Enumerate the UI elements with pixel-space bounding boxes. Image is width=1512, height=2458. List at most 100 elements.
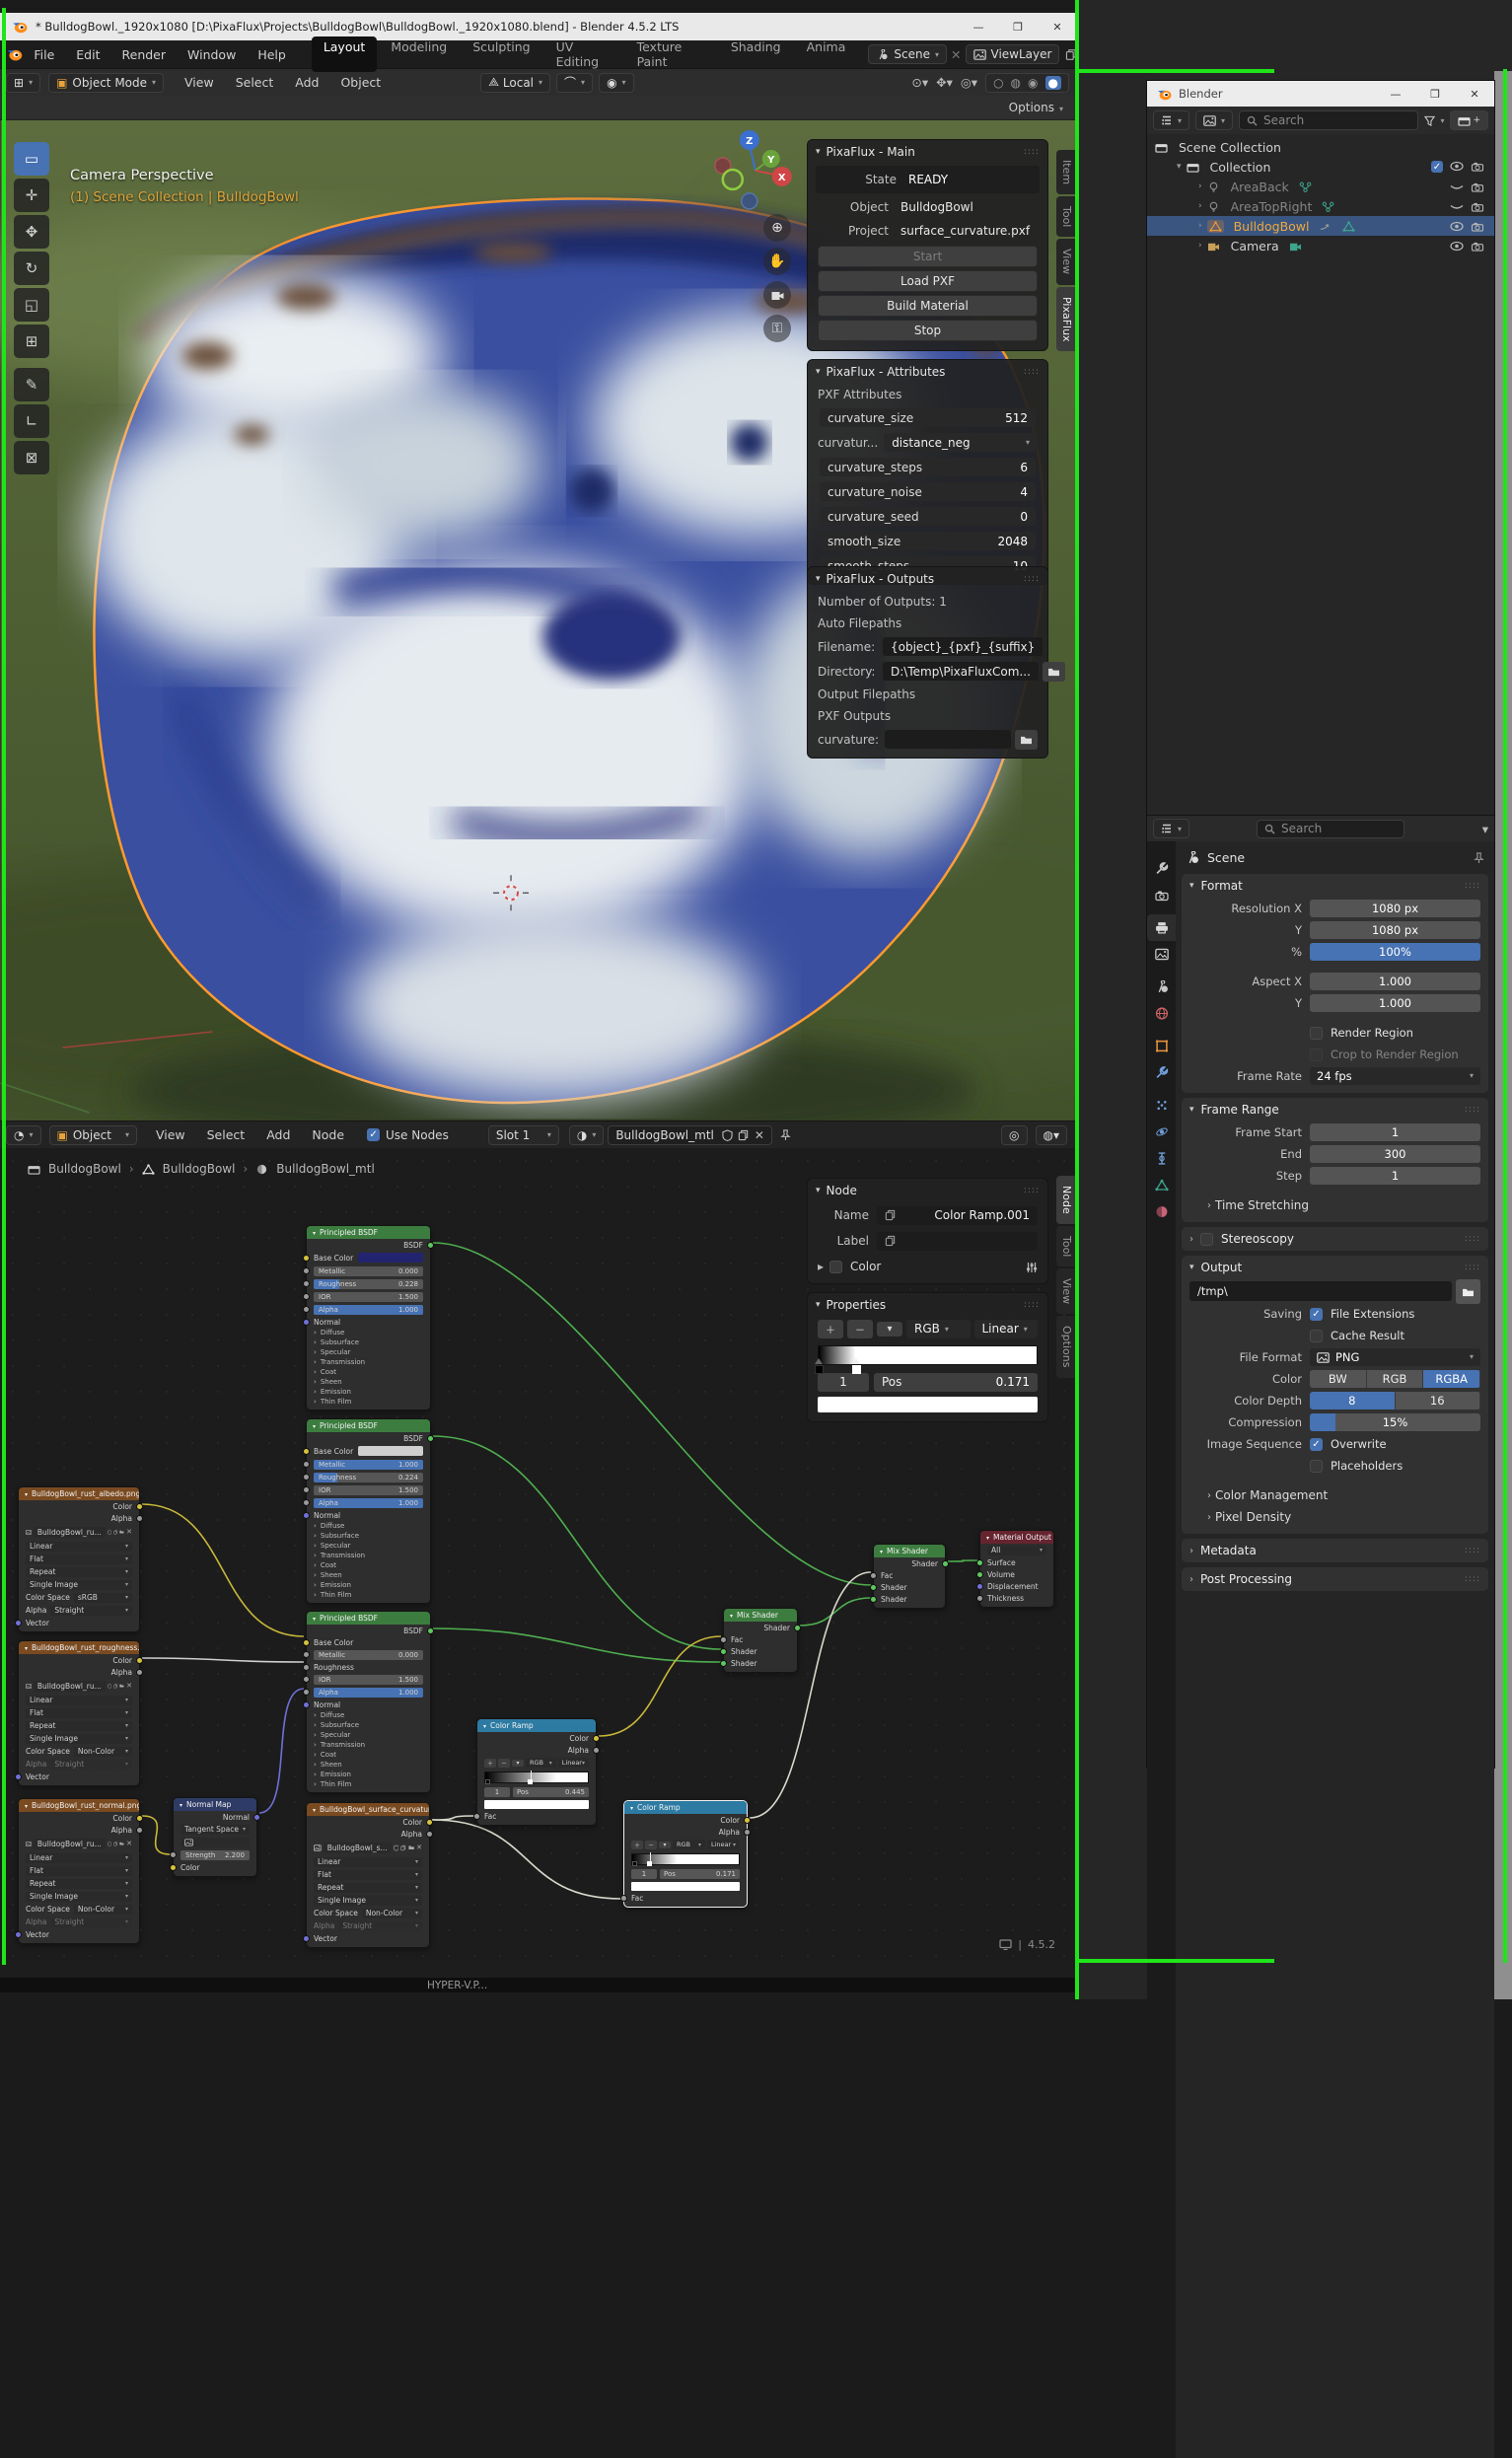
output-socket[interactable] [253,1814,260,1821]
output-socket[interactable] [427,1242,434,1249]
input-socket[interactable] [170,1864,177,1871]
image-name-field[interactable]: BulldogBowl_ru... [34,1527,106,1538]
mode-selector[interactable]: ▣Object Mode▾ [48,73,164,93]
properties-tab-scene[interactable] [1147,974,1176,1000]
chevron-right-icon[interactable]: › [1198,181,1202,191]
roughness-slider[interactable]: Roughness0.228 [314,1279,423,1289]
fold-subsurface[interactable]: ›Subsurface [307,1720,430,1730]
checkbox[interactable] [1310,1027,1323,1040]
fold-emission[interactable]: ›Emission [307,1770,430,1779]
node-color-fold[interactable]: ▸Color [808,1254,1047,1279]
lock-view-icon[interactable]: ⚿ [763,315,791,342]
input-socket[interactable] [303,1255,310,1262]
menu-window[interactable]: Window [177,47,247,62]
new-collection-button[interactable]: + [1450,110,1488,130]
node-mix1[interactable]: ▾Mix ShaderShaderFacShaderShader [723,1608,798,1673]
node-menu-add[interactable]: Add [255,1127,301,1142]
input-socket[interactable] [303,1448,310,1455]
chevron-right-icon[interactable]: › [1207,1512,1211,1523]
node-dropdown[interactable]: Single Image▾ [314,1896,422,1906]
ramp-options-button[interactable]: ▾ [877,1322,902,1337]
image-name-field[interactable]: BulldogBowl_s... [324,1843,392,1853]
eye-icon[interactable] [1450,241,1464,252]
material-icon[interactable]: ◑▾ [569,1125,605,1145]
pan-hand-icon[interactable]: ✋ [763,248,791,275]
alpha-slider[interactable]: Alpha1.000 [314,1688,423,1698]
node-header-bsdf1[interactable]: ▾Principled BSDF [307,1226,430,1239]
color-checkbox[interactable] [829,1261,842,1273]
framerange-widget-2[interactable]: 1 [1310,1167,1480,1185]
add-stop-button[interactable]: ＋ [818,1320,843,1338]
use-nodes-toggle[interactable]: ✓ Use Nodes [367,1128,449,1142]
fold-coat[interactable]: ›Coat [307,1367,430,1377]
node-header-albedo[interactable]: ▾BulldogBowl_rust_albedo.png [19,1487,139,1500]
ramp-stop[interactable] [485,1779,490,1784]
node-menu-node[interactable]: Node [301,1127,355,1142]
pixaflux-outputs-header[interactable]: ▾PixaFlux - Outputs:::: [808,567,1047,591]
eye-icon[interactable] [1450,221,1464,232]
viewport-menu-object[interactable]: Object [329,75,392,90]
node-bsdf2[interactable]: ▾Principled BSDFBSDFBase ColorMetallic1.… [306,1418,431,1604]
color-swatch[interactable] [358,1253,423,1263]
ramp-stop[interactable] [815,1346,824,1370]
input-socket[interactable] [303,1651,310,1658]
outliner-label[interactable]: BulldogBowl [1234,219,1310,234]
node-header-bsdf3[interactable]: ▾Principled BSDF [307,1612,430,1625]
properties-tab-world[interactable] [1147,1000,1176,1027]
alpha-slider[interactable]: Alpha1.000 [314,1498,423,1508]
node-dropdown[interactable]: Tangent Space▾ [180,1825,250,1835]
node-normal[interactable]: ▾BulldogBowl_rust_normal.pngColorAlphaBu… [18,1798,140,1944]
input-socket[interactable] [976,1583,983,1590]
node-dropdown[interactable]: Flat▾ [26,1554,132,1564]
fold-transmission[interactable]: ›Transmission [307,1551,430,1560]
chevron-right-icon[interactable]: › [1198,241,1202,251]
close-button[interactable]: ✕ [1455,88,1494,101]
image-name-field[interactable]: BulldogBowl_ru... [34,1681,106,1692]
blender-menu-icon[interactable] [6,47,23,61]
maximize-button[interactable]: ❒ [1415,88,1455,101]
node-bsdf1[interactable]: ▾Principled BSDFBSDFBase ColorMetallic0.… [306,1225,431,1410]
checkbox[interactable]: ✓ [1310,1438,1323,1451]
fold-specular[interactable]: ›Specular [307,1730,430,1740]
outliner-label[interactable]: Collection [1210,160,1271,175]
output-socket[interactable] [794,1625,801,1631]
ramp-mode-dropdown[interactable]: RGB▾ [906,1320,971,1338]
attr-value-curvature_seed[interactable]: curvature_seed0 [820,507,1036,526]
node-editor-canvas[interactable]: BulldogBowl›BulldogBowl›BulldogBowl_mtl … [0,1148,1077,1961]
fold-diffuse[interactable]: ›Diffuse [307,1710,430,1720]
menu-edit[interactable]: Edit [65,47,110,62]
input-socket[interactable] [303,1486,310,1493]
sidebar-tab-pixaflux[interactable]: PixaFlux [1056,287,1077,352]
format-widget-0[interactable]: 1080 px [1310,900,1480,917]
node-dropdown[interactable]: Straight▾ [50,1917,132,1927]
checkbox[interactable]: ✓ [1310,1308,1323,1321]
close-button[interactable]: ✕ [1038,21,1077,34]
output-path-field[interactable]: /tmp\ [1189,1281,1452,1301]
attr-value-curvature_size[interactable]: curvature_size512 [820,408,1036,427]
viewport-3d[interactable]: Z Y X Camera Perspective (1) Scene Colle… [0,120,1077,1121]
input-socket[interactable] [303,1512,310,1519]
node-bsdf3[interactable]: ▾Principled BSDFBSDFBase ColorMetallic0.… [306,1611,431,1793]
pixaflux-attributes-header[interactable]: ▾PixaFlux - Attributes:::: [808,360,1047,384]
node-header-normal[interactable]: ▾BulldogBowl_rust_normal.png [19,1799,139,1812]
color-swatch[interactable] [358,1446,423,1456]
chevron-right-icon[interactable]: › [1207,1490,1211,1501]
node-dropdown[interactable]: Flat▾ [314,1870,422,1880]
input-socket[interactable] [303,1306,310,1313]
cam-icon[interactable] [1471,161,1484,172]
outliner-label[interactable]: Scene Collection [1179,140,1281,155]
workspace-tab-modeling[interactable]: Modeling [379,36,459,72]
workspace-tab-anima[interactable]: Anima [795,36,858,72]
cam-icon[interactable] [1471,181,1484,192]
chevron-right-icon[interactable]: › [1198,221,1202,231]
input-socket[interactable] [720,1636,727,1643]
ramp-widget[interactable] [631,1853,740,1865]
fold-specular[interactable]: ›Specular [307,1541,430,1551]
node-sidebar-tab-view[interactable]: View [1056,1268,1077,1314]
metadata-header[interactable]: ›Metadata:::: [1182,1539,1488,1562]
ramp-stop[interactable] [528,1779,533,1784]
format-widget-9[interactable]: 24 fps▾ [1310,1067,1480,1085]
node-dropdown[interactable]: Linear▾ [26,1853,132,1863]
input-socket[interactable] [303,1639,310,1646]
input-socket[interactable] [620,1895,627,1902]
